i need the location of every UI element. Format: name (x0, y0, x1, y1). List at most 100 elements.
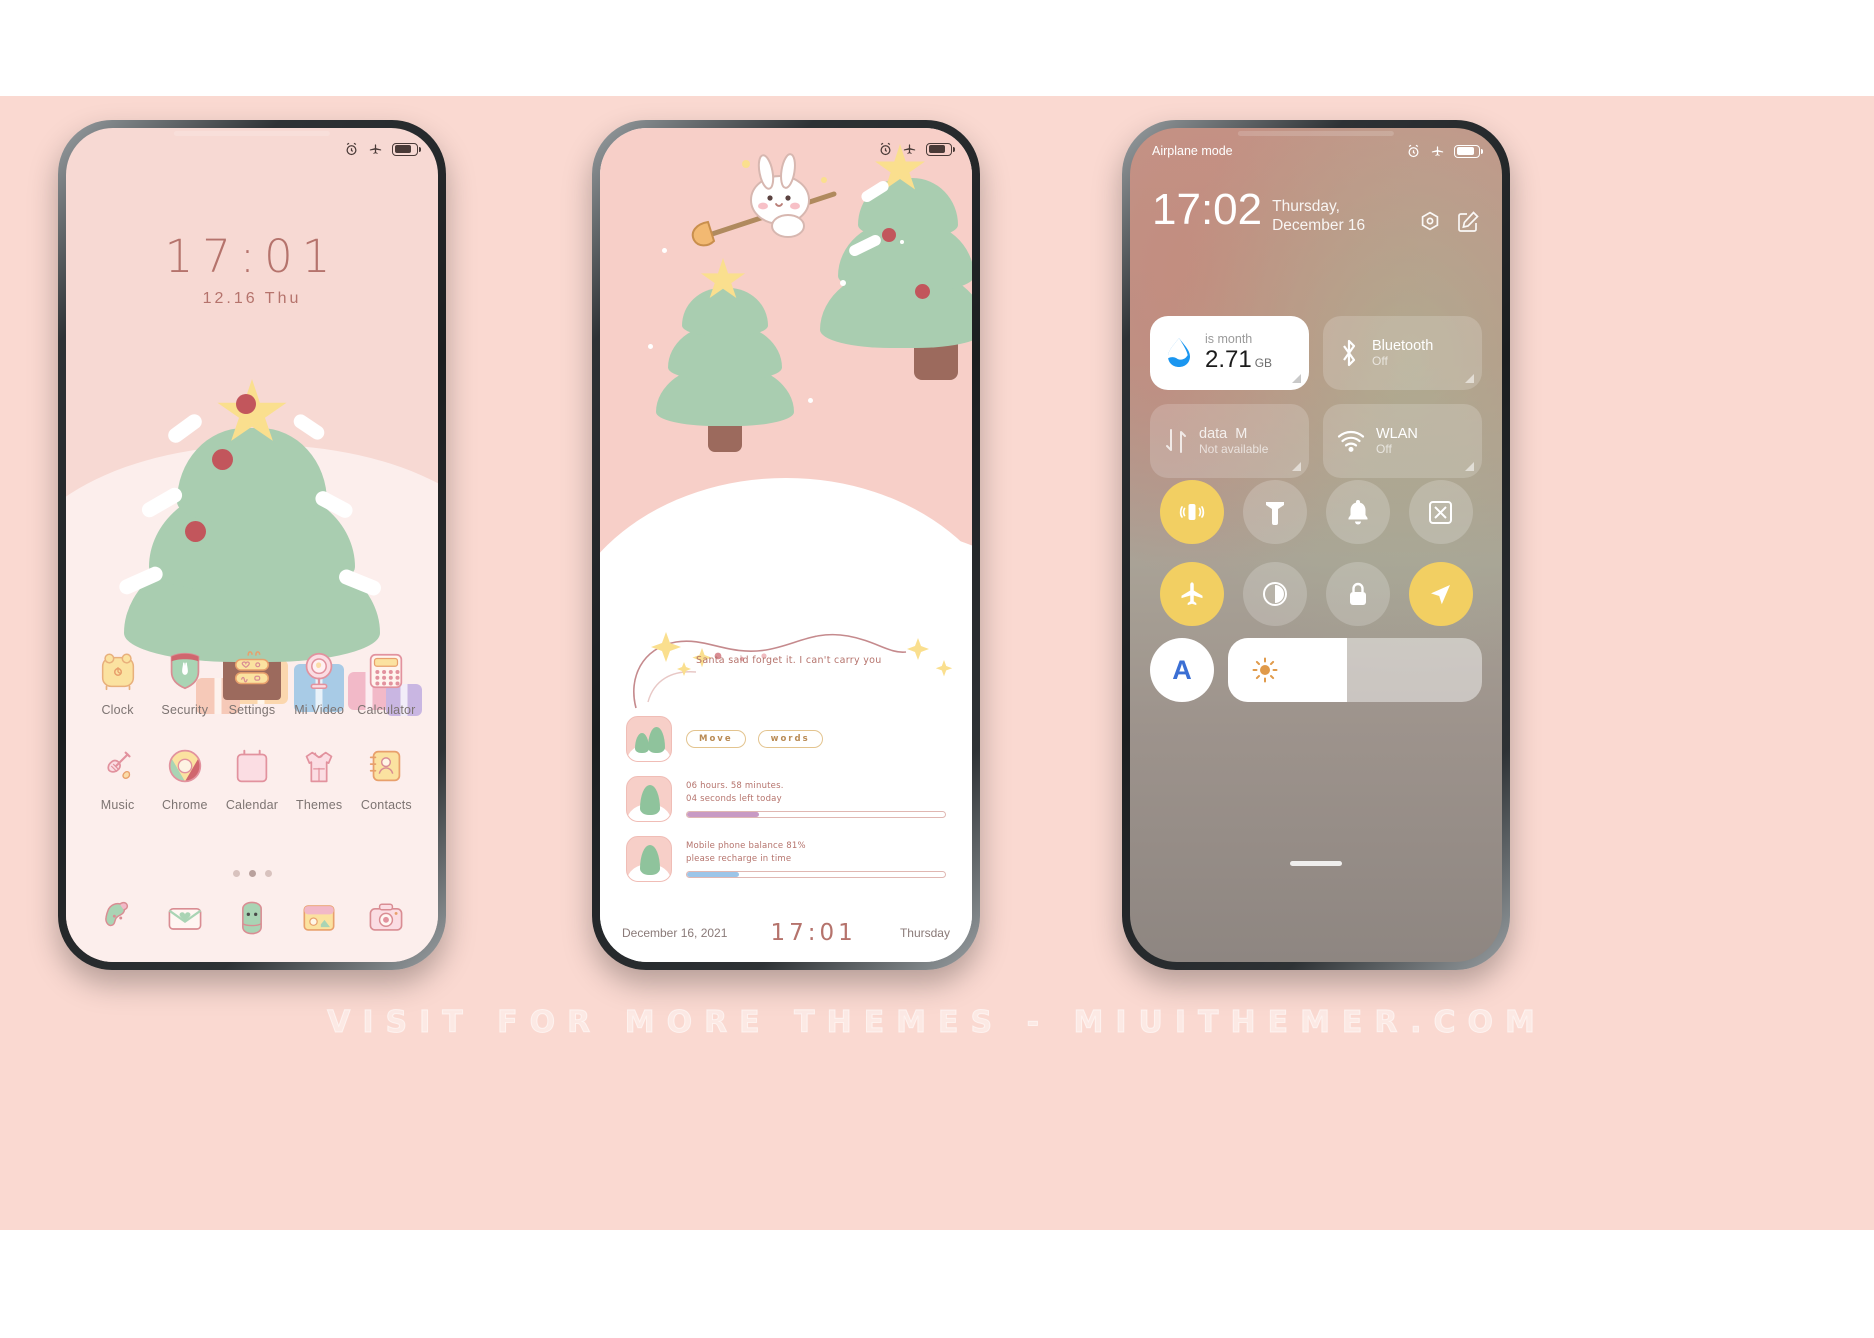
page-dot[interactable] (232, 870, 240, 877)
phone-1-home-screen: 17:01 12.16 Thu Clock Security Settings … (58, 120, 446, 970)
toggle-vibrate[interactable] (1159, 480, 1224, 544)
gallery-icon[interactable] (297, 896, 341, 940)
data-card-title: is month (1205, 331, 1253, 346)
toggle-flashlight[interactable] (1242, 480, 1307, 544)
screenshot-canvas: 17:01 12.16 Thu Clock Security Settings … (0, 0, 1874, 1338)
music-icon (95, 743, 141, 789)
pill-move[interactable]: Move (686, 730, 746, 748)
data-card-unit: GB (1254, 356, 1273, 371)
toggle-airplane[interactable] (1159, 562, 1224, 626)
app-label: Chrome (161, 798, 208, 812)
toggle-lock[interactable] (1325, 562, 1390, 626)
resize-corner-icon (1465, 462, 1474, 471)
app-calculator[interactable]: Calculator (353, 648, 420, 717)
progress-fill (687, 872, 739, 878)
browser-icon[interactable] (230, 896, 274, 940)
themes-icon (296, 743, 342, 789)
alarm-icon (346, 142, 357, 155)
app-music[interactable]: Music (84, 743, 151, 812)
toggle-dark-mode[interactable] (1242, 562, 1307, 626)
bell-icon (1348, 500, 1367, 525)
widget-list: Move words 06 hours. 58 minutes. 04 seco… (626, 716, 946, 882)
tree-thumb-icon (626, 716, 672, 762)
lock-icon (1349, 582, 1366, 605)
widget-row[interactable]: Mobile phone balance 81% please recharge… (626, 836, 946, 882)
edit-icon[interactable] (1456, 210, 1480, 234)
tree-layer (177, 428, 327, 524)
ornament (185, 521, 206, 542)
balance-line-2: please recharge in time (686, 854, 792, 864)
ornament (236, 394, 256, 414)
page-dot-active[interactable] (248, 870, 256, 877)
clock-icon (95, 648, 141, 694)
mobile-data-status: Not available (1199, 442, 1269, 457)
mobile-data-title: data (1199, 425, 1228, 442)
messaging-icon[interactable] (163, 896, 207, 940)
toggle-screenshot[interactable] (1408, 480, 1473, 544)
mi-video-icon (296, 648, 342, 694)
bluetooth-icon (1343, 339, 1356, 367)
app-calendar[interactable]: Calendar (218, 743, 285, 812)
toggle-grid (1150, 480, 1482, 626)
data-card-value: 2.71 (1205, 346, 1252, 374)
calculator-icon (363, 648, 409, 694)
resize-corner-icon (1292, 374, 1301, 383)
app-clock[interactable]: Clock (84, 648, 151, 717)
quick-cards: is month 2.71 GB Bluetooth Off data M No… (1150, 316, 1482, 478)
phone-dialer-icon[interactable] (96, 896, 140, 940)
ornament (915, 284, 930, 299)
control-center-time: 17:02 (1152, 185, 1263, 234)
resize-corner-icon (1292, 462, 1301, 471)
toggle-ringer[interactable] (1325, 480, 1390, 544)
app-themes[interactable]: Themes (286, 743, 353, 812)
widget-row[interactable]: Move words (626, 716, 946, 762)
drag-handle[interactable] (1290, 861, 1342, 866)
app-settings[interactable]: Settings (218, 648, 285, 717)
app-label: Contacts (360, 798, 412, 812)
airplane-icon (369, 143, 382, 154)
app-chrome[interactable]: Chrome (151, 743, 218, 812)
security-shield-icon (162, 648, 208, 694)
dock (66, 896, 438, 940)
phone-3-screen: Airplane mode 17:02 Thursday, December 1… (1130, 128, 1502, 962)
pill-words[interactable]: words (757, 730, 823, 748)
chrome-icon (162, 743, 208, 789)
auto-brightness-label: A (1172, 654, 1192, 685)
control-center-date: Thursday, December 16 (1272, 198, 1366, 234)
settings-icon (229, 648, 275, 694)
toggle-location[interactable] (1408, 562, 1473, 626)
app-contacts[interactable]: Contacts (353, 743, 420, 812)
battery-icon (926, 142, 955, 156)
app-label: Security (161, 703, 209, 717)
card-mobile-data[interactable]: data M Not available (1150, 404, 1309, 478)
card-bluetooth[interactable]: Bluetooth Off (1323, 316, 1482, 390)
app-label: Settings (228, 703, 276, 717)
page-dot[interactable] (264, 870, 272, 877)
card-data-usage[interactable]: is month 2.71 GB (1150, 316, 1309, 390)
countdown-progress-bar (686, 811, 946, 819)
vibrate-icon (1179, 504, 1204, 520)
bottom-weekday: Thursday (899, 926, 950, 940)
app-label: Mi Video (294, 703, 345, 717)
airplane-icon (1431, 145, 1444, 156)
brightness-slider[interactable] (1228, 638, 1482, 702)
sun-icon (1252, 657, 1278, 683)
phone-3-control-center: Airplane mode 17:02 Thursday, December 1… (1122, 120, 1510, 970)
card-wlan[interactable]: WLAN Off (1323, 404, 1482, 478)
balance-progress-bar (686, 871, 946, 879)
flashlight-icon (1265, 502, 1284, 525)
settings-hex-icon[interactable] (1418, 210, 1442, 234)
bluetooth-status: Off (1372, 354, 1388, 369)
app-security[interactable]: Security (151, 648, 218, 717)
tree-thumb-icon (626, 776, 672, 822)
app-mi-video[interactable]: Mi Video (286, 648, 353, 717)
auto-brightness-button[interactable]: A (1150, 638, 1214, 702)
mobile-data-title-extra: M (1235, 425, 1248, 442)
widget-row[interactable]: 06 hours. 58 minutes. 04 seconds left to… (626, 776, 946, 822)
bluetooth-title: Bluetooth (1372, 337, 1434, 354)
page-indicator[interactable] (66, 870, 438, 877)
camera-icon[interactable] (364, 896, 408, 940)
battery-icon (1454, 144, 1483, 158)
tree-thumb-icon (626, 836, 672, 882)
resize-corner-icon (1465, 374, 1474, 383)
